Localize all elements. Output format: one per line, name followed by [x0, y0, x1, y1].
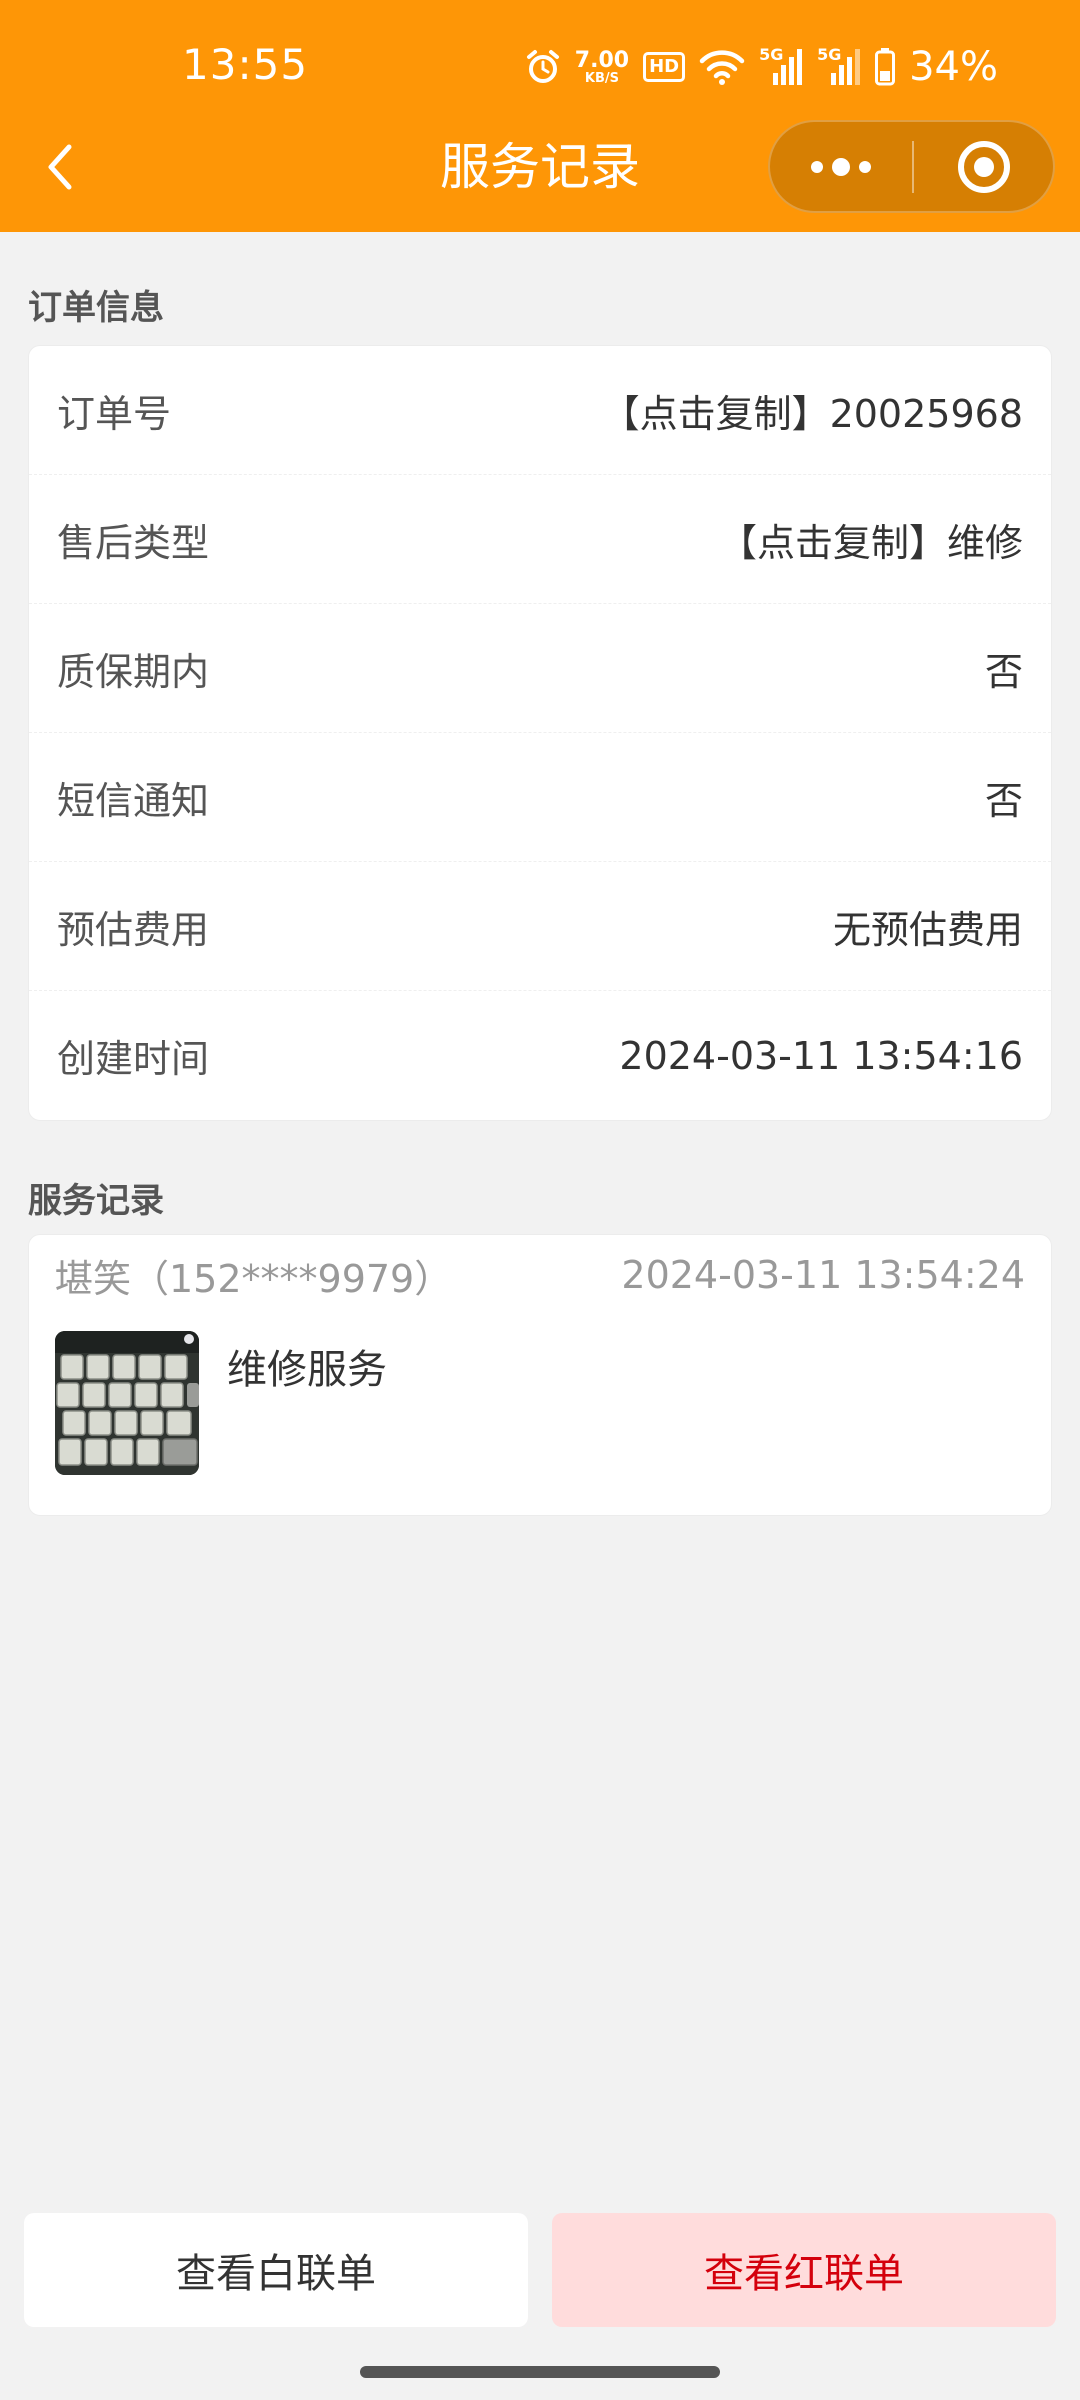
back-button[interactable]	[30, 132, 90, 202]
service-record-card: 堪笑（152****9979） 2024-03-11 13:54:24 维修服务	[28, 1234, 1052, 1516]
record-photo-thumbnail[interactable]	[55, 1331, 199, 1475]
created-time-row: 创建时间 2024-03-11 13:54:16	[29, 991, 1051, 1120]
sms-notify-row: 短信通知 否	[29, 733, 1051, 862]
row-value: 无预估费用	[832, 907, 1023, 952]
close-mini-program-button[interactable]	[914, 122, 1053, 211]
signal-bars-icon	[773, 49, 803, 85]
row-value[interactable]: 【点击复制】维修	[719, 512, 1023, 567]
order-number-row[interactable]: 订单号 【点击复制】20025968	[29, 346, 1051, 475]
view-red-copy-button[interactable]: 查看红联单	[552, 2213, 1056, 2327]
row-label: 预估费用	[57, 907, 210, 952]
row-value[interactable]: 【点击复制】20025968	[602, 383, 1023, 438]
record-body: 维修服务	[29, 1315, 1051, 1501]
net-speed: 7.00 KB/S	[574, 47, 630, 86]
row-value: 2024-03-11 13:54:16	[619, 1033, 1023, 1078]
battery-percent: 34%	[909, 44, 998, 90]
row-label: 创建时间	[57, 1037, 210, 1081]
record-header: 堪笑（152****9979） 2024-03-11 13:54:24	[29, 1235, 1051, 1315]
order-info-card: 订单号 【点击复制】20025968 售后类型 【点击复制】维修 质保期内 否 …	[28, 345, 1052, 1121]
chevron-left-icon	[48, 144, 72, 190]
target-close-icon	[957, 140, 1010, 193]
hd-badge: HD	[643, 52, 686, 82]
view-white-copy-button[interactable]: 查看白联单	[24, 2213, 528, 2327]
record-user: 堪笑（152****9979）	[55, 1256, 453, 1301]
keyboard-photo-image	[55, 1331, 199, 1475]
order-info-title: 订单信息	[28, 288, 164, 328]
more-dots-icon	[811, 157, 871, 176]
signal-bars-icon	[831, 49, 861, 85]
battery-icon	[875, 48, 896, 86]
cell-signal-2: 5G	[817, 45, 861, 87]
record-content: 维修服务	[227, 1347, 387, 1393]
more-button[interactable]	[770, 122, 912, 211]
alarm-icon	[526, 50, 559, 83]
estimated-cost-row: 预估费用 无预估费用	[29, 862, 1051, 991]
net-speed-value: 7.00	[574, 47, 630, 73]
app-header: 13:55 7.00 KB/S HD 5G 5G 34% 服务记录	[0, 0, 1080, 232]
service-records-title: 服务记录	[28, 1181, 164, 1221]
status-time: 13:55	[182, 40, 309, 89]
cell-signal-1: 5G	[759, 45, 803, 87]
row-value: 否	[984, 778, 1023, 823]
home-indicator[interactable]	[360, 2366, 720, 2378]
row-label: 质保期内	[57, 649, 210, 694]
after-sale-type-row[interactable]: 售后类型 【点击复制】维修	[29, 475, 1051, 604]
row-label: 短信通知	[57, 778, 210, 823]
warranty-row: 质保期内 否	[29, 604, 1051, 733]
row-value: 否	[984, 649, 1023, 694]
mini-program-capsule	[768, 120, 1055, 213]
row-label: 订单号	[57, 391, 172, 436]
record-time: 2024-03-11 13:54:24	[621, 1253, 1025, 1297]
net-speed-unit: KB/S	[584, 70, 619, 86]
wifi-icon	[699, 50, 745, 85]
row-label: 售后类型	[57, 520, 210, 565]
status-bar: 13:55 7.00 KB/S HD 5G 5G 34%	[0, 0, 1080, 130]
status-icons: 7.00 KB/S HD 5G 5G 34%	[525, 42, 998, 92]
